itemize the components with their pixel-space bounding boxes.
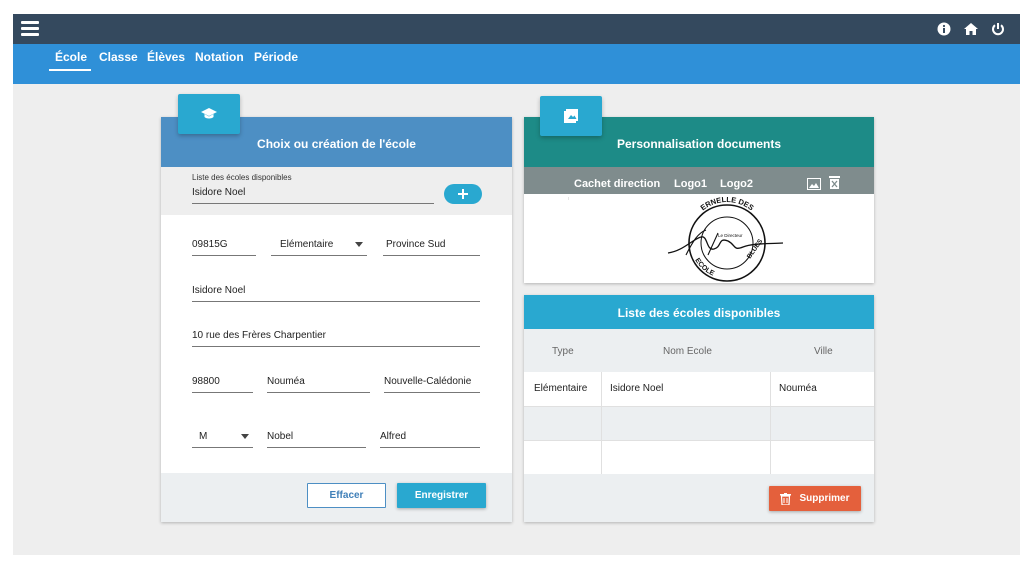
director-lastname-field[interactable]: Nobel xyxy=(267,430,366,448)
column-header-ville[interactable]: Ville xyxy=(814,346,833,357)
power-icon[interactable] xyxy=(989,20,1006,37)
tab-ecole[interactable]: École xyxy=(55,50,87,64)
image-upload-icon[interactable] xyxy=(807,177,821,190)
home-icon[interactable] xyxy=(962,20,979,37)
school-code-field[interactable]: 09815G xyxy=(192,238,256,256)
top-icons xyxy=(935,20,1006,37)
column-header-nom-ecole[interactable]: Nom Ecole xyxy=(663,346,712,357)
tab-logo2[interactable]: Logo2 xyxy=(720,178,753,190)
school-form-title: Choix ou création de l'école xyxy=(257,136,416,151)
documents-title: Personnalisation documents xyxy=(616,136,782,151)
top-bar xyxy=(13,14,1020,44)
school-name-value: Isidore Noel xyxy=(192,285,246,296)
province-field[interactable]: Province Sud xyxy=(383,238,480,256)
province-value: Province Sud xyxy=(386,239,446,250)
clear-button[interactable]: Effacer xyxy=(307,483,386,508)
school-select-value: Isidore Noel xyxy=(192,187,246,198)
chevron-down-icon xyxy=(241,434,249,439)
tab-notation[interactable]: Notation xyxy=(195,50,244,64)
active-tab-indicator xyxy=(49,69,91,71)
school-list-title: Liste des écoles disponibles xyxy=(617,306,781,320)
tab-cachet-direction[interactable]: Cachet direction xyxy=(574,178,660,190)
svg-text:ECOLE: ECOLE xyxy=(693,257,715,278)
school-form-card: Choix ou création de l'école Liste des é… xyxy=(161,117,512,522)
nav-bar: École Classe Élèves Notation Période xyxy=(13,44,1020,84)
graduation-cap-icon xyxy=(201,108,217,119)
stamp-preview: ERNELLE DES ECOLE BLUES Le Directeur xyxy=(567,195,851,283)
documents-badge xyxy=(540,96,602,136)
city-field[interactable]: Nouméa xyxy=(267,375,370,393)
civility-select[interactable]: M xyxy=(192,430,253,448)
image-icon xyxy=(564,109,578,123)
column-header-type[interactable]: Type xyxy=(552,346,574,357)
tab-periode[interactable]: Période xyxy=(254,50,298,64)
add-school-button[interactable] xyxy=(444,184,482,204)
stamp-image: ERNELLE DES ECOLE BLUES Le Directeur xyxy=(567,195,784,282)
cell-ville: Nouméa xyxy=(779,383,817,394)
tab-classe[interactable]: Classe xyxy=(99,50,138,64)
school-type-value: Elémentaire xyxy=(280,239,334,250)
city-value: Nouméa xyxy=(267,376,305,387)
school-badge xyxy=(178,94,240,134)
menu-icon[interactable] xyxy=(21,21,39,36)
delete-school-button[interactable]: Supprimer xyxy=(769,486,861,511)
app-frame: École Classe Élèves Notation Période Cho… xyxy=(13,14,1020,555)
director-firstname-value: Alfred xyxy=(380,431,407,442)
save-button[interactable]: Enregistrer xyxy=(397,483,486,508)
table-row[interactable] xyxy=(524,406,874,440)
tab-eleves[interactable]: Élèves xyxy=(147,50,185,64)
director-lastname-value: Nobel xyxy=(267,431,294,442)
school-list-card: Liste des écoles disponibles Type Nom Ec… xyxy=(524,295,874,522)
school-list-header: Liste des écoles disponibles xyxy=(524,295,874,329)
postal-code-field[interactable]: 98800 xyxy=(192,375,253,393)
address-field[interactable]: 10 rue des Frères Charpentier xyxy=(192,329,480,347)
school-code-value: 09815G xyxy=(192,239,228,250)
country-field[interactable]: Nouvelle-Calédonie xyxy=(384,375,480,393)
chevron-down-icon xyxy=(355,242,363,247)
svg-text:Le Directeur: Le Directeur xyxy=(718,233,743,238)
plus-icon xyxy=(458,189,468,199)
column-divider xyxy=(601,372,602,474)
cell-type: Elémentaire xyxy=(534,383,588,394)
school-select-label: Liste des écoles disponibles xyxy=(192,173,292,182)
school-select[interactable]: Isidore Noel xyxy=(192,186,434,204)
table-row[interactable]: Elémentaire Isidore Noel Nouméa xyxy=(524,372,874,406)
trash-icon xyxy=(780,492,792,505)
table-row[interactable] xyxy=(524,440,874,474)
delete-icon[interactable] xyxy=(829,176,840,189)
tab-logo1[interactable]: Logo1 xyxy=(674,178,707,190)
info-icon[interactable] xyxy=(935,20,952,37)
school-type-select[interactable]: Elémentaire xyxy=(271,238,367,256)
civility-value: M xyxy=(199,431,208,442)
country-value: Nouvelle-Calédonie xyxy=(384,376,472,387)
address-value: 10 rue des Frères Charpentier xyxy=(192,330,326,341)
column-divider xyxy=(770,372,771,474)
delete-school-label: Supprimer xyxy=(799,493,850,504)
director-firstname-field[interactable]: Alfred xyxy=(380,430,480,448)
documents-card: Personnalisation documents Cachet direct… xyxy=(524,117,874,283)
school-name-field[interactable]: Isidore Noel xyxy=(192,284,480,302)
postal-code-value: 98800 xyxy=(192,376,220,387)
cell-nom-ecole: Isidore Noel xyxy=(610,383,664,394)
